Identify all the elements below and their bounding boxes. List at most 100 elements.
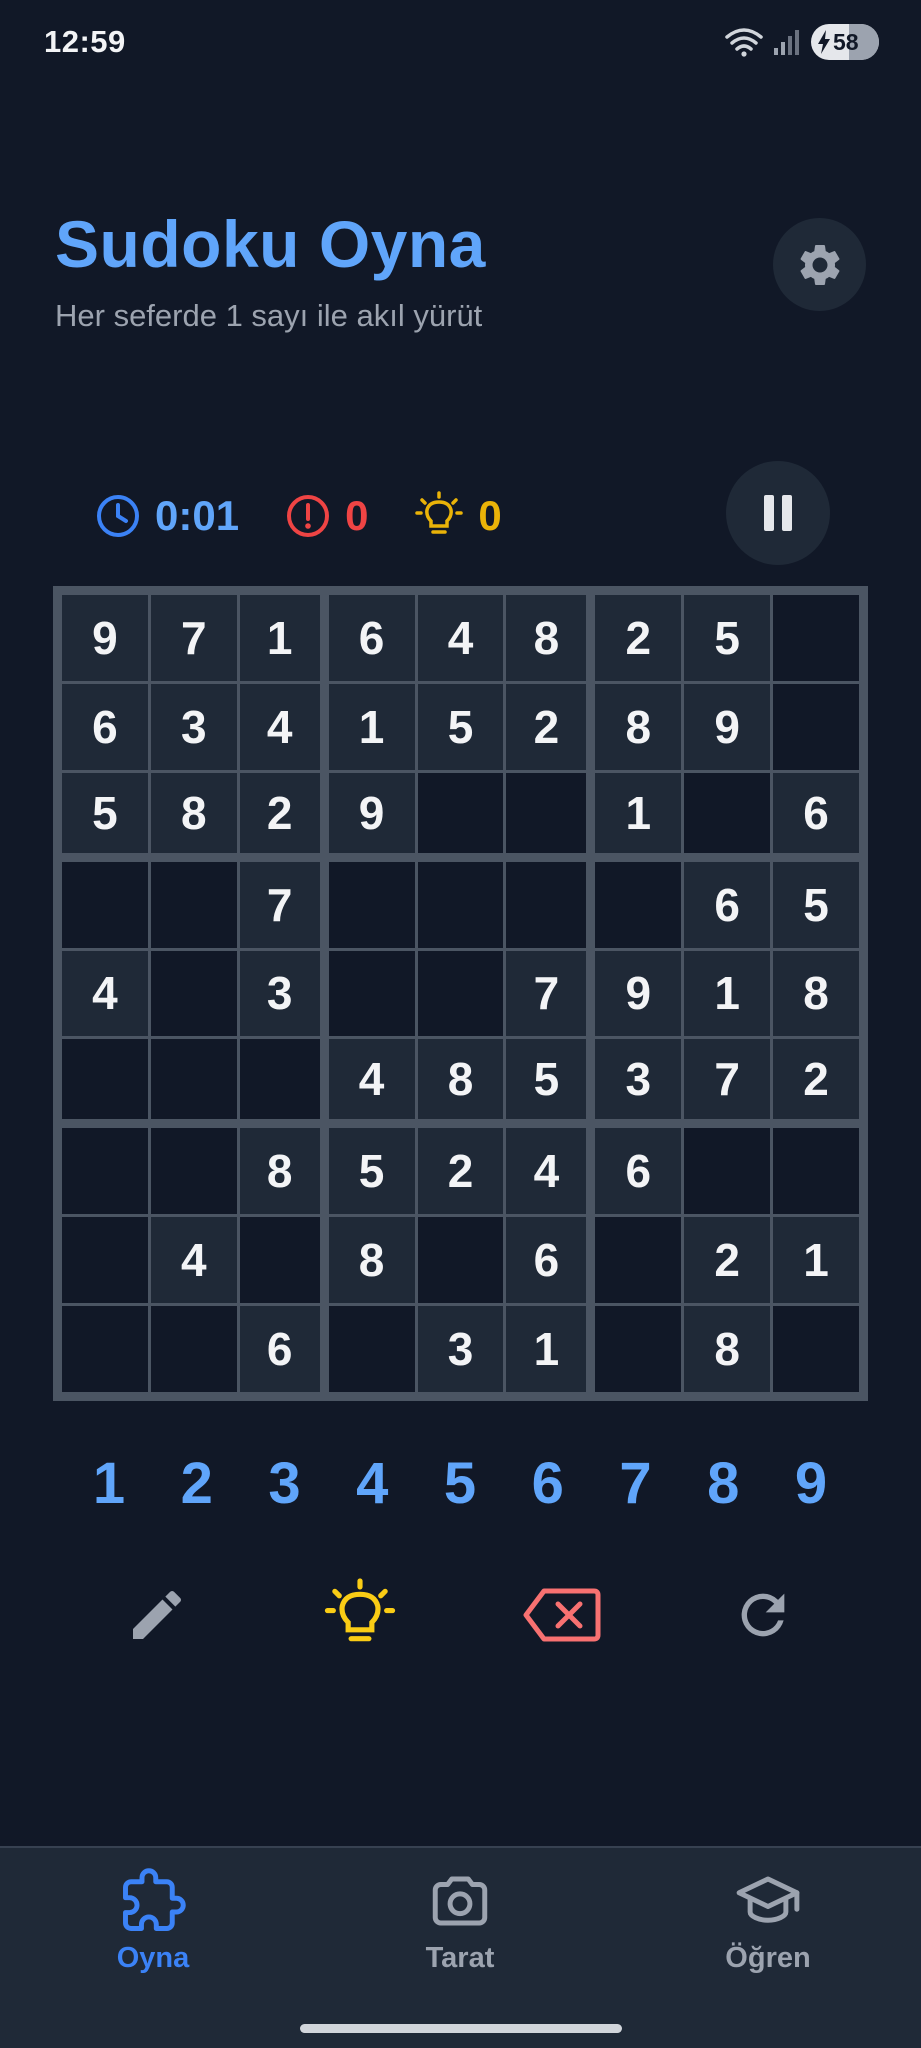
sudoku-cell[interactable]: 3 (239, 950, 320, 1037)
number-button-8[interactable]: 8 (686, 1446, 760, 1520)
sudoku-cell[interactable] (417, 861, 504, 948)
sudoku-cell[interactable]: 4 (150, 1217, 237, 1304)
sudoku-cell[interactable] (595, 861, 682, 948)
sudoku-cell[interactable]: 7 (684, 1039, 771, 1120)
number-button-2[interactable]: 2 (160, 1446, 234, 1520)
sudoku-cell[interactable]: 8 (684, 1306, 771, 1392)
restart-button[interactable] (724, 1576, 802, 1654)
sudoku-cell[interactable] (239, 1217, 320, 1304)
sudoku-cell[interactable]: 5 (62, 772, 148, 853)
sudoku-cell[interactable] (150, 1306, 237, 1392)
pencil-notes-button[interactable] (118, 1576, 196, 1654)
sudoku-cell[interactable] (506, 861, 587, 948)
sudoku-cell[interactable] (773, 1128, 859, 1215)
sudoku-cell[interactable]: 9 (62, 595, 148, 681)
sudoku-cell[interactable]: 4 (328, 1039, 415, 1120)
sudoku-cell[interactable] (417, 950, 504, 1037)
sudoku-cell[interactable]: 2 (684, 1217, 771, 1304)
sudoku-cell[interactable]: 6 (239, 1306, 320, 1392)
sudoku-cell[interactable]: 5 (684, 595, 771, 681)
sudoku-cell[interactable]: 4 (62, 950, 148, 1037)
sudoku-cell[interactable] (62, 861, 148, 948)
number-button-9[interactable]: 9 (774, 1446, 848, 1520)
sudoku-cell[interactable]: 6 (773, 772, 859, 853)
sudoku-cell[interactable]: 8 (595, 683, 682, 770)
sudoku-cell[interactable]: 2 (595, 595, 682, 681)
sudoku-cell[interactable] (150, 1039, 237, 1120)
sudoku-cell[interactable] (506, 772, 587, 853)
sudoku-cell[interactable] (150, 861, 237, 948)
sudoku-cell[interactable]: 9 (595, 950, 682, 1037)
sudoku-cell[interactable]: 7 (506, 950, 587, 1037)
sudoku-cell[interactable]: 2 (506, 683, 587, 770)
sudoku-cell[interactable]: 1 (328, 683, 415, 770)
sudoku-cell[interactable]: 8 (417, 1039, 504, 1120)
sudoku-cell[interactable]: 4 (417, 595, 504, 681)
sudoku-cell[interactable] (595, 1217, 682, 1304)
number-button-5[interactable]: 5 (423, 1446, 497, 1520)
sudoku-cell[interactable]: 3 (150, 683, 237, 770)
sudoku-cell[interactable]: 6 (328, 595, 415, 681)
sudoku-cell[interactable]: 1 (773, 1217, 859, 1304)
sudoku-cell[interactable]: 3 (417, 1306, 504, 1392)
sudoku-cell[interactable] (328, 1306, 415, 1392)
sudoku-cell[interactable] (62, 1217, 148, 1304)
nav-item-tarat[interactable]: Tarat (380, 1868, 540, 1978)
sudoku-cell[interactable] (150, 950, 237, 1037)
sudoku-cell[interactable]: 1 (684, 950, 771, 1037)
sudoku-cell[interactable] (595, 1306, 682, 1392)
sudoku-cell[interactable] (62, 1128, 148, 1215)
sudoku-cell[interactable]: 5 (773, 861, 859, 948)
sudoku-cell[interactable]: 1 (595, 772, 682, 853)
sudoku-cell[interactable]: 7 (239, 861, 320, 948)
page-title: Sudoku Oyna (55, 207, 486, 281)
nav-item-ogren[interactable]: Öğren (688, 1868, 848, 1978)
sudoku-cell[interactable]: 2 (239, 772, 320, 853)
sudoku-cell[interactable] (328, 861, 415, 948)
sudoku-cell[interactable]: 2 (773, 1039, 859, 1120)
sudoku-cell[interactable]: 5 (328, 1128, 415, 1215)
pause-button[interactable] (726, 461, 830, 565)
sudoku-cell[interactable]: 8 (506, 595, 587, 681)
sudoku-cell[interactable]: 8 (328, 1217, 415, 1304)
hint-button[interactable] (321, 1576, 399, 1654)
sudoku-cell[interactable] (684, 772, 771, 853)
sudoku-cell[interactable]: 6 (62, 683, 148, 770)
sudoku-cell[interactable] (773, 683, 859, 770)
number-button-4[interactable]: 4 (335, 1446, 409, 1520)
sudoku-cell[interactable] (150, 1128, 237, 1215)
sudoku-cell[interactable]: 1 (239, 595, 320, 681)
erase-button[interactable] (522, 1576, 602, 1654)
sudoku-cell[interactable]: 5 (506, 1039, 587, 1120)
sudoku-cell[interactable] (417, 1217, 504, 1304)
nav-item-oyna[interactable]: Oyna (73, 1868, 233, 1978)
sudoku-cell[interactable]: 9 (684, 683, 771, 770)
number-button-3[interactable]: 3 (248, 1446, 322, 1520)
sudoku-cell[interactable]: 2 (417, 1128, 504, 1215)
sudoku-cell[interactable]: 8 (239, 1128, 320, 1215)
sudoku-cell[interactable] (773, 1306, 859, 1392)
sudoku-cell[interactable] (684, 1128, 771, 1215)
sudoku-cell[interactable]: 9 (328, 772, 415, 853)
sudoku-cell[interactable]: 4 (506, 1128, 587, 1215)
sudoku-cell[interactable] (62, 1039, 148, 1120)
sudoku-cell[interactable]: 5 (417, 683, 504, 770)
sudoku-cell[interactable]: 6 (506, 1217, 587, 1304)
sudoku-cell[interactable]: 1 (506, 1306, 587, 1392)
sudoku-cell[interactable]: 8 (773, 950, 859, 1037)
sudoku-cell[interactable]: 3 (595, 1039, 682, 1120)
sudoku-cell[interactable] (328, 950, 415, 1037)
sudoku-cell[interactable] (773, 595, 859, 681)
sudoku-cell[interactable]: 4 (239, 683, 320, 770)
sudoku-cell[interactable]: 8 (150, 772, 237, 853)
sudoku-cell[interactable] (417, 772, 504, 853)
sudoku-cell[interactable] (239, 1039, 320, 1120)
number-button-6[interactable]: 6 (511, 1446, 585, 1520)
sudoku-cell[interactable]: 6 (595, 1128, 682, 1215)
number-button-7[interactable]: 7 (599, 1446, 673, 1520)
number-button-1[interactable]: 1 (72, 1446, 146, 1520)
sudoku-cell[interactable]: 6 (684, 861, 771, 948)
sudoku-cell[interactable]: 7 (150, 595, 237, 681)
settings-button[interactable] (773, 218, 866, 311)
sudoku-cell[interactable] (62, 1306, 148, 1392)
